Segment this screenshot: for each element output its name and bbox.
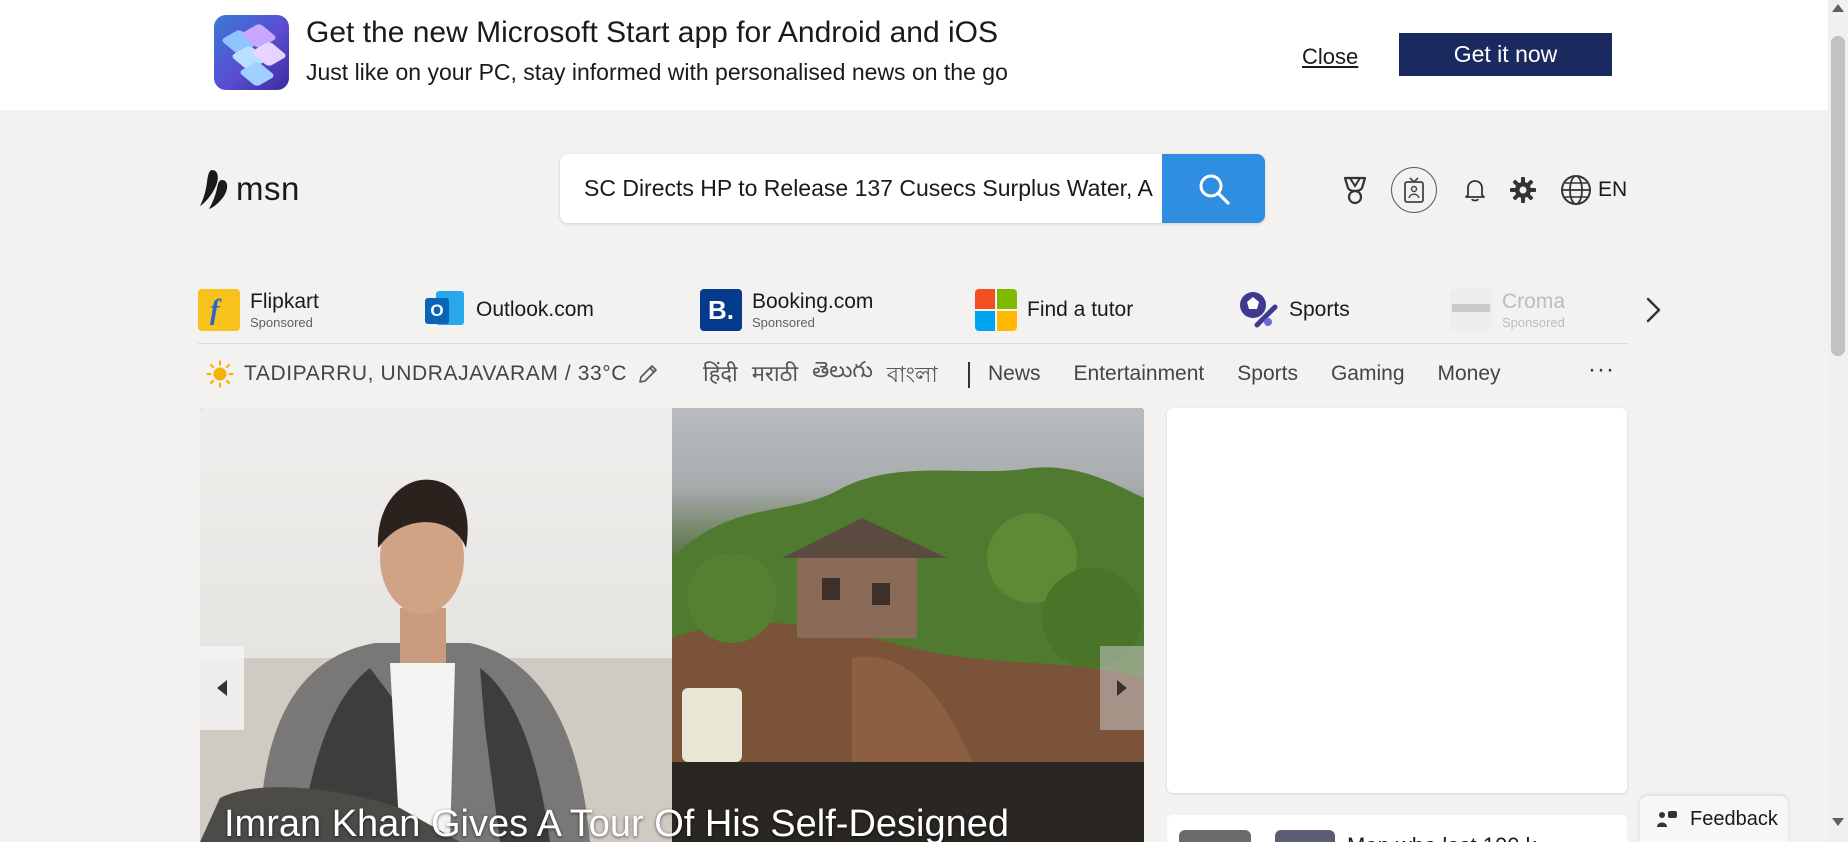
edit-pencil-icon[interactable] [637, 363, 659, 385]
search-icon [1199, 174, 1230, 205]
watch-tv-button[interactable] [1391, 167, 1437, 213]
search-button[interactable] [1162, 154, 1265, 223]
nav-divider [968, 362, 970, 388]
scrollbar-thumb[interactable] [1831, 36, 1845, 356]
flipkart-icon: f [198, 289, 240, 331]
feedback-label: Feedback [1690, 807, 1778, 830]
quicklink-label: Sports [1289, 298, 1350, 321]
language-label: EN [1598, 178, 1628, 201]
house-photo [672, 467, 1144, 762]
carousel-prev-button[interactable] [200, 646, 244, 730]
app-promo-banner: Get the new Microsoft Start app for Andr… [0, 0, 1828, 110]
search-input[interactable] [560, 154, 1162, 223]
side-news-thumbnail [1179, 830, 1251, 842]
rewards-trophy-icon [1343, 176, 1367, 205]
caret-left-icon [217, 680, 227, 696]
quicklink-flipkart[interactable]: f Flipkart Sponsored [198, 282, 319, 338]
tutor-icon [975, 289, 1017, 331]
booking-icon: B. [700, 289, 742, 331]
feedback-button[interactable]: Feedback [1640, 796, 1788, 842]
side-news-title: Man who lost 100 k [1347, 833, 1537, 842]
feedback-icon [1657, 811, 1677, 827]
nav-item-news[interactable]: News [988, 362, 1041, 386]
quicklink-booking[interactable]: B. Booking.com Sponsored [700, 282, 873, 338]
quicklink-sports[interactable]: Sports [1237, 282, 1350, 338]
nav-more-button[interactable]: ··· [1588, 356, 1615, 384]
sports-icon [1237, 289, 1279, 331]
search-box [560, 154, 1265, 223]
hero-photo-right[interactable] [672, 408, 1144, 762]
get-it-now-button[interactable]: Get it now [1399, 33, 1612, 76]
side-news-card[interactable]: Man who lost 100 k [1167, 815, 1627, 842]
banner-subtitle: Just like on your PC, stay informed with… [306, 59, 1008, 85]
sponsored-label: Sponsored [250, 315, 313, 330]
croma-icon [1450, 289, 1492, 331]
quick-links-bar: f Flipkart Sponsored O Outlook.com B. Bo… [198, 282, 1628, 344]
nav-item-sports[interactable]: Sports [1237, 362, 1298, 386]
nav-item-gaming[interactable]: Gaming [1331, 362, 1405, 386]
gear-icon [1510, 177, 1536, 203]
sponsored-label: Sponsored [1502, 315, 1565, 330]
banner-close-link[interactable]: Close [1302, 44, 1358, 70]
rewards-button[interactable] [1335, 168, 1375, 212]
msn-logo[interactable]: msn [198, 168, 300, 210]
outlook-icon: O [424, 289, 466, 331]
hero-photo-left[interactable] [200, 408, 672, 842]
language-link-bangla[interactable]: বাংলা [887, 358, 938, 395]
hero-carousel[interactable]: Imran Khan Gives A Tour Of His Self-Desi… [200, 408, 1144, 842]
caret-right-icon [1117, 680, 1127, 696]
weather-text: TADIPARRU, UNDRAJAVARAM / 33°C [244, 362, 628, 385]
nav-bar: TADIPARRU, UNDRAJAVARAM / 33°C हिंदी मरा… [198, 352, 1628, 398]
person-photo [200, 479, 672, 842]
quicklink-outlook[interactable]: O Outlook.com [424, 282, 594, 338]
banner-title: Get the new Microsoft Start app for Andr… [306, 16, 999, 49]
settings-button[interactable] [1506, 168, 1540, 212]
side-news-thumbnail [1275, 830, 1335, 842]
globe-icon [1561, 175, 1591, 205]
page-scrollbar[interactable] [1828, 0, 1848, 842]
nav-categories: News Entertainment Sports Gaming Money [988, 362, 1534, 386]
quicklink-label: Outlook.com [476, 298, 594, 321]
sun-icon [206, 360, 234, 388]
weather-location[interactable]: TADIPARRU, UNDRAJAVARAM / 33°C [206, 360, 659, 388]
scroll-down-arrow-icon[interactable] [1832, 818, 1844, 826]
watch-tv-icon [1404, 177, 1424, 203]
quicklink-label: Find a tutor [1027, 298, 1134, 321]
language-link-marathi[interactable]: मराठी [752, 358, 798, 395]
msn-logo-text: msn [236, 170, 300, 207]
quicklink-label: Flipkart [250, 290, 319, 313]
quicklink-label: Booking.com [752, 290, 874, 313]
scroll-up-arrow-icon[interactable] [1832, 4, 1844, 12]
hero-headline[interactable]: Imran Khan Gives A Tour Of His Self-Desi… [224, 803, 1009, 842]
ad-card [1167, 408, 1627, 793]
quicklink-label: Croma [1502, 290, 1566, 313]
sponsored-label: Sponsored [752, 315, 815, 330]
language-links: हिंदी मराठी తెలుగు বাংলা [703, 358, 938, 395]
language-link-hindi[interactable]: हिंदी [703, 358, 738, 395]
msn-butterfly-icon [200, 170, 228, 209]
carousel-next-button[interactable] [1100, 646, 1144, 730]
language-selector[interactable]: EN [1560, 168, 1650, 212]
chevron-right-icon [1646, 297, 1661, 323]
language-link-telugu[interactable]: తెలుగు [812, 358, 873, 395]
quicklink-find-a-tutor[interactable]: Find a tutor [975, 282, 1133, 338]
microsoft-start-app-icon [214, 15, 289, 90]
quicklinks-next-button[interactable] [1640, 294, 1666, 326]
bell-icon [1465, 180, 1485, 202]
quicklink-croma[interactable]: Croma Sponsored [1450, 282, 1565, 338]
nav-item-entertainment[interactable]: Entertainment [1074, 362, 1205, 386]
notifications-button[interactable] [1460, 168, 1490, 212]
nav-item-money[interactable]: Money [1438, 362, 1501, 386]
